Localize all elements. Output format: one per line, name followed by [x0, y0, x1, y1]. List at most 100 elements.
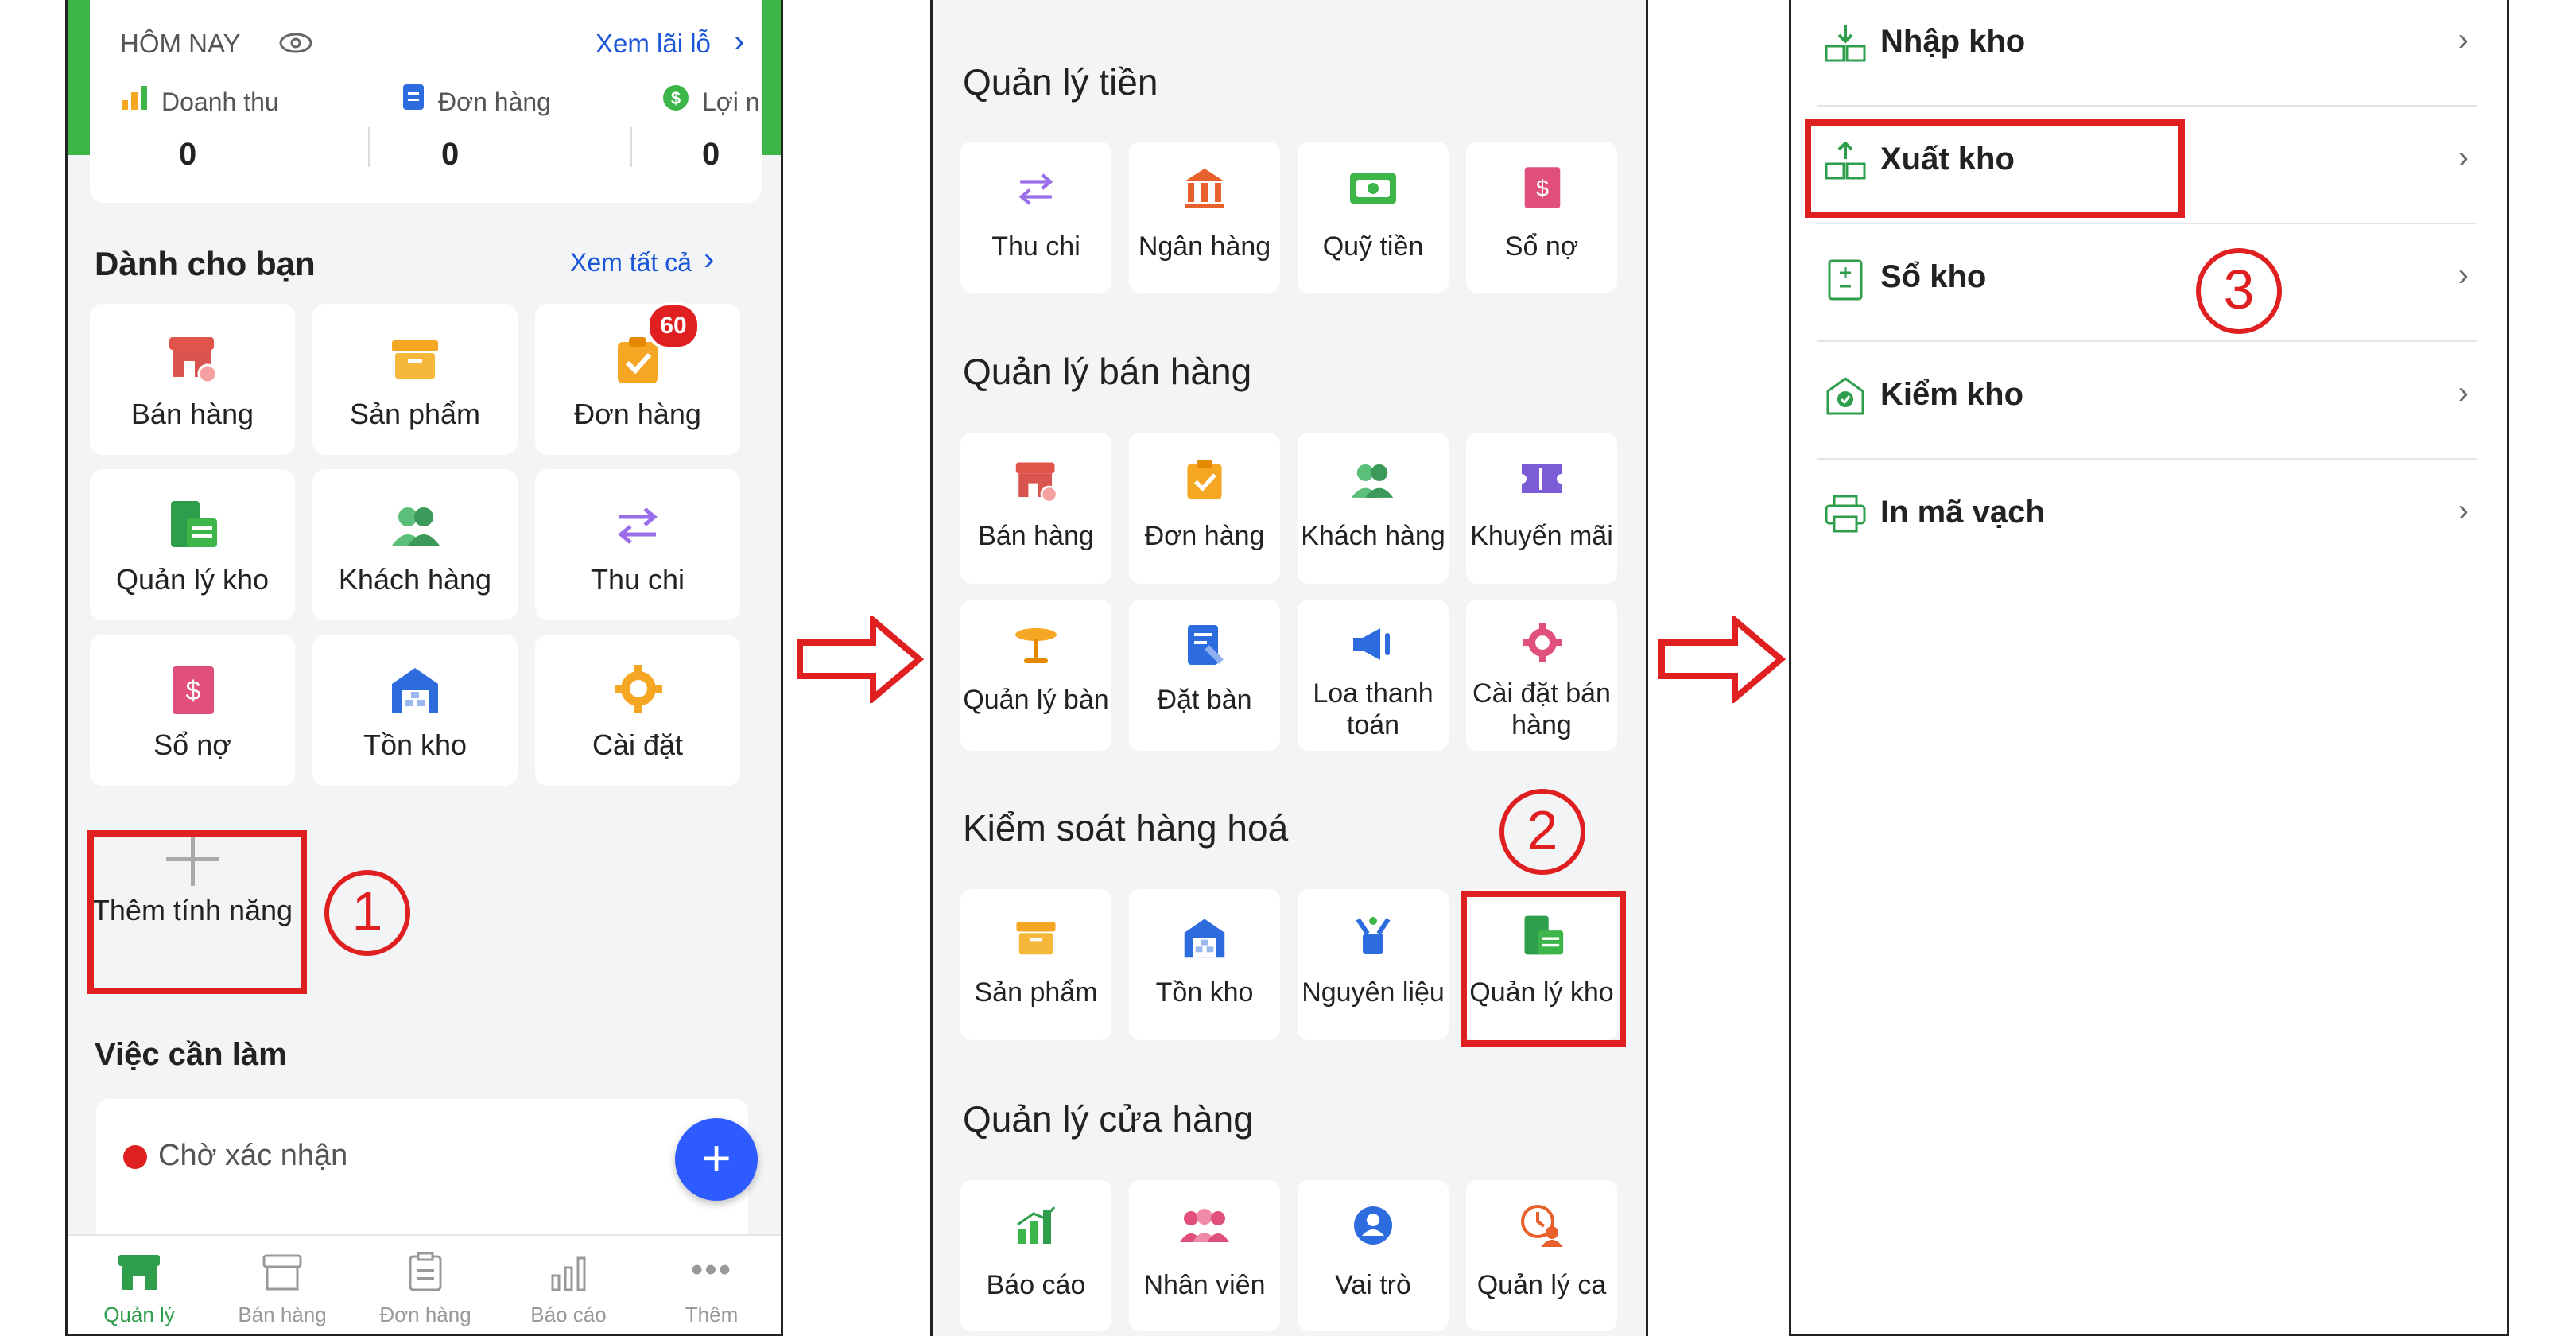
clipboard-check-icon [1187, 460, 1222, 499]
step-number-2: 2 [1499, 789, 1585, 875]
nav-item-orders[interactable]: Đơn hàng [354, 1236, 497, 1334]
tile-label: Sản phẩm [974, 977, 1098, 1008]
chevron-right-icon: › [2458, 22, 2469, 57]
tile-sell[interactable]: Bán hàng [90, 304, 295, 455]
tile-reservation[interactable]: Đặt bàn [1129, 600, 1280, 751]
store-manage-icon [118, 1255, 160, 1290]
tile-sell[interactable]: Bán hàng [960, 433, 1111, 584]
chevron-right-icon: › [2458, 258, 2469, 293]
staff-icon [1180, 1209, 1229, 1242]
tile-customers[interactable]: Khách hàng [312, 469, 518, 620]
report-chart-icon [1017, 1206, 1056, 1244]
menu-item-stock-book[interactable]: Sổ kho › [1817, 223, 2477, 342]
nav-item-sell[interactable]: Bán hàng [211, 1236, 354, 1334]
tile-income-expense[interactable]: Thu chi [535, 469, 740, 620]
tile-label: Bán hàng [978, 521, 1094, 551]
menu-item-stock-check[interactable]: Kiểm kho › [1817, 340, 2477, 460]
step-number-1: 1 [324, 870, 410, 956]
todo-pending[interactable]: Chờ xác nhận [158, 1139, 347, 1173]
tile-bank[interactable]: Ngân hàng [1129, 142, 1280, 293]
menu-label: In mã vạch [1880, 495, 2045, 530]
tile-label: Bán hàng [130, 398, 254, 430]
table-icon [1015, 628, 1057, 663]
tile-reports[interactable]: Báo cáo [960, 1180, 1111, 1331]
tile-ingredients[interactable]: Nguyên liệu [1298, 889, 1449, 1040]
tile-label: Khách hàng [338, 563, 492, 596]
stat-label: Doanh thu [161, 87, 279, 116]
tile-customers[interactable]: Khách hàng [1298, 433, 1449, 584]
tile-roles[interactable]: Vai trò [1298, 1180, 1449, 1331]
tile-stock[interactable]: Tồn kho [1129, 889, 1280, 1040]
flow-arrow-icon [797, 616, 924, 703]
ingredients-icon [1356, 917, 1391, 954]
see-all-link[interactable]: Xem tất cả [570, 248, 692, 278]
reservation-icon [1188, 625, 1224, 665]
stock-building-icon [1184, 918, 1225, 958]
store-outline-icon [262, 1254, 302, 1291]
tile-label: Khuyến mãi [1470, 521, 1613, 551]
tile-promotions[interactable]: Khuyến mãi [1466, 433, 1617, 584]
chevron-right-icon: › [2458, 375, 2469, 410]
tile-stock[interactable]: Tồn kho [312, 635, 518, 786]
tile-orders[interactable]: Đơn hàng [535, 304, 740, 455]
stock-check-icon [1826, 377, 1864, 415]
stat-value: 0 [179, 137, 197, 172]
tile-table-management[interactable]: Quản lý bàn [960, 600, 1111, 751]
tile-label: Vai trò [1335, 1270, 1411, 1300]
highlight-box-stock-out [1805, 119, 2185, 218]
divider [630, 127, 632, 167]
tile-label: Sổ nợ [1504, 231, 1579, 262]
menu-label: Kiểm kho [1880, 377, 2024, 412]
menu-label: Sổ kho [1880, 259, 1987, 294]
speaker-icon [1353, 628, 1390, 660]
nav-item-reports[interactable]: Báo cáo [497, 1236, 640, 1334]
box-icon [392, 340, 438, 379]
stock-in-icon [1825, 25, 1866, 62]
tile-sales-settings[interactable]: Cài đặt bán hàng [1466, 600, 1617, 751]
tile-label: Quản lý bàn [963, 685, 1109, 715]
chevron-right-icon[interactable]: › [734, 24, 744, 60]
tile-label: Sản phẩm [349, 398, 481, 430]
chevron-right-icon[interactable]: › [704, 242, 714, 278]
highlight-box-add-feature [87, 830, 307, 994]
nav-item-more[interactable]: ••• Thêm [640, 1236, 781, 1334]
tile-label: Quản lý kho [115, 563, 270, 596]
tile-products[interactable]: Sản phẩm [312, 304, 518, 455]
shift-clock-icon [1521, 1205, 1563, 1247]
tile-label: Khách hàng [1301, 521, 1445, 551]
nav-item-manage[interactable]: Quản lý [68, 1236, 211, 1334]
tile-cash-fund[interactable]: Quỹ tiền [1298, 142, 1449, 293]
stat-value: 0 [441, 137, 460, 172]
tile-staff[interactable]: Nhân viên [1129, 1180, 1280, 1331]
stat-label: Đơn hàng [438, 87, 551, 116]
tile-orders[interactable]: Đơn hàng [1129, 433, 1280, 584]
tile-income-expense[interactable]: Thu chi [960, 142, 1111, 293]
chart-outline-icon [551, 1256, 586, 1291]
tile-inventory-management[interactable]: Quản lý kho [90, 469, 295, 620]
tile-debt-book[interactable]: $ Sổ nợ [90, 635, 295, 786]
profit-link[interactable]: Xem lãi lỗ [596, 29, 711, 59]
tile-shift-management[interactable]: Quản lý ca [1466, 1180, 1617, 1331]
tile-settings[interactable]: Cài đặt [535, 635, 740, 786]
tile-label: Thu chi [590, 563, 685, 596]
tile-label: Tồn kho [363, 728, 467, 761]
app-screen-home: HÔM NAY Xem lãi lỗ › Doanh thu 0 Đơn hàn… [65, 0, 783, 1336]
tile-label: Ngân hàng [1138, 231, 1271, 262]
tile-products[interactable]: Sản phẩm [960, 889, 1111, 1040]
tile-label: Báo cáo [986, 1270, 1086, 1300]
section-title-sales: Quản lý bán hàng [963, 351, 1252, 392]
divider [368, 127, 370, 167]
menu-item-stock-in[interactable]: Nhập kho › [1817, 0, 2477, 107]
customers-icon [392, 507, 440, 546]
transfer-arrows-icon [618, 507, 658, 544]
role-badge-icon [1354, 1206, 1392, 1245]
eye-icon[interactable] [279, 32, 312, 54]
add-fab-button[interactable]: + [675, 1118, 758, 1201]
stat-value: 0 [702, 137, 720, 172]
nav-label: Đơn hàng [379, 1303, 471, 1326]
tile-debt-book[interactable]: $ Sổ nợ [1466, 142, 1617, 293]
menu-item-print-barcode[interactable]: In mã vạch › [1817, 458, 2477, 576]
profit-dollar-icon: $ [663, 85, 689, 111]
tile-payment-speaker[interactable]: Loa thanh toán [1298, 600, 1449, 751]
nav-label: Bán hàng [238, 1303, 327, 1326]
